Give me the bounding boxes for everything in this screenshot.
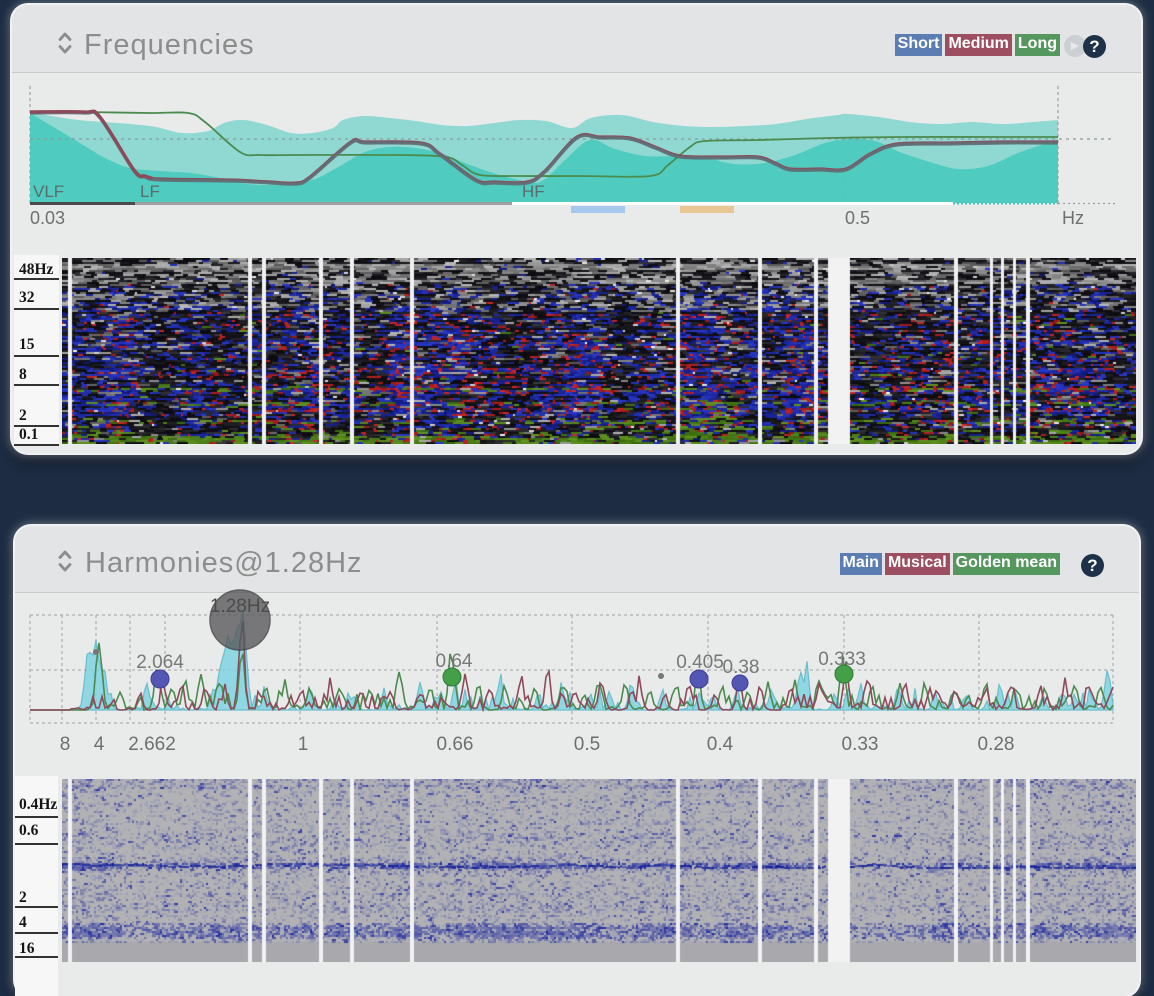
svg-text:2.064: 2.064 — [136, 652, 184, 673]
svg-text:1: 1 — [298, 734, 309, 755]
svg-text:4: 4 — [94, 734, 105, 755]
svg-text:0.28: 0.28 — [978, 734, 1015, 755]
svg-text:0.4: 0.4 — [707, 734, 734, 755]
svg-text:LF: LF — [140, 182, 160, 201]
svg-text:0.5: 0.5 — [574, 734, 600, 755]
svg-text:0.03: 0.03 — [30, 208, 65, 228]
svg-text:0.66: 0.66 — [437, 734, 474, 755]
svg-text:0.333: 0.333 — [818, 649, 866, 670]
svg-text:Hz: Hz — [1062, 208, 1084, 228]
svg-text:HF: HF — [522, 182, 545, 201]
svg-text:0.5: 0.5 — [845, 208, 870, 228]
svg-text:2.662: 2.662 — [128, 734, 176, 755]
svg-text:1.28Hz: 1.28Hz — [210, 596, 270, 617]
svg-text:0.33: 0.33 — [842, 734, 879, 755]
svg-text:8: 8 — [60, 734, 71, 755]
svg-text:VLF: VLF — [33, 182, 64, 201]
svg-text:0.405: 0.405 — [676, 652, 724, 673]
svg-text:0.38: 0.38 — [723, 657, 760, 678]
svg-text:0.64: 0.64 — [436, 651, 473, 672]
